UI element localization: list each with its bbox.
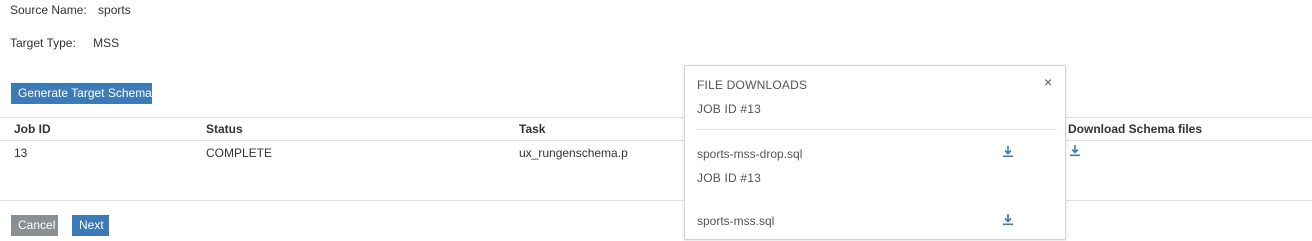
cell-status: COMPLETE (206, 146, 273, 160)
cancel-button[interactable]: Cancel (11, 215, 58, 236)
column-header-status: Status (206, 122, 243, 136)
job-id-heading: JOB ID #13 (697, 171, 762, 185)
target-type-label: Target Type: (10, 36, 76, 50)
source-name-value: sports (98, 3, 131, 17)
target-type-value: MSS (93, 36, 120, 50)
close-icon[interactable]: × (1044, 74, 1052, 90)
source-name-label: Source Name: (10, 3, 87, 17)
popover-divider (697, 129, 1057, 130)
file-downloads-popover: FILE DOWNLOADS × JOB ID #13 sports-mss-d… (684, 65, 1066, 240)
cell-job-id: 13 (14, 146, 28, 160)
table-header-border (0, 140, 1312, 141)
column-header-job-id: Job ID (14, 122, 51, 136)
file-link-drop-sql[interactable]: sports-mss-drop.sql (697, 147, 802, 161)
table-top-border (0, 117, 1312, 118)
table-bottom-border (0, 200, 1312, 201)
column-header-task: Task (519, 122, 546, 136)
file-link-mss-sql[interactable]: sports-mss.sql (697, 214, 774, 228)
target-type-field: Target Type: MSS (10, 36, 119, 50)
download-icon[interactable] (1002, 145, 1014, 158)
cell-task: ux_rungenschema.p (519, 146, 628, 160)
download-icon[interactable] (1069, 144, 1081, 157)
popover-title: FILE DOWNLOADS (697, 78, 808, 92)
job-id-heading: JOB ID #13 (697, 102, 762, 116)
column-header-download-schema-files: Download Schema files (1068, 122, 1203, 136)
next-button[interactable]: Next (72, 215, 109, 236)
download-icon[interactable] (1002, 213, 1014, 226)
generate-target-schema-button[interactable]: Generate Target Schema (11, 83, 152, 104)
source-name-field: Source Name: sports (10, 3, 131, 17)
